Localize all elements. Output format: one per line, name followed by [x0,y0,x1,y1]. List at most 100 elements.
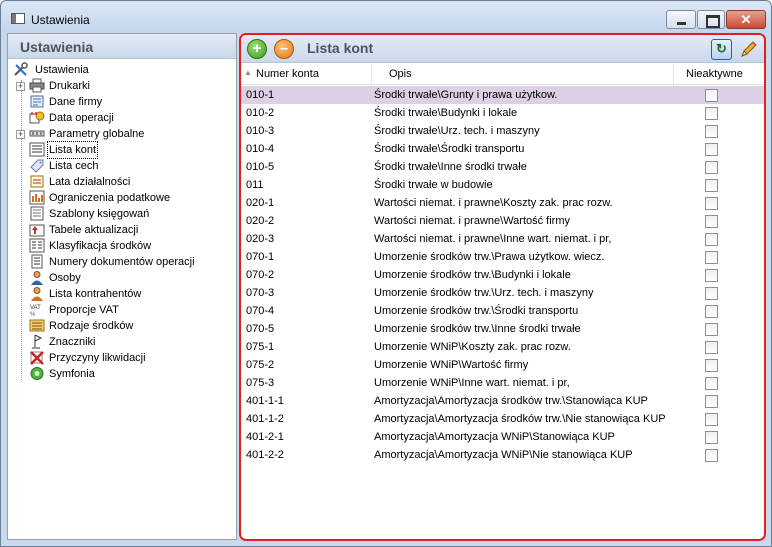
table-row[interactable]: 010-4 Środki trwałe\Środki transportu [241,140,764,158]
remove-button[interactable]: – [274,39,294,59]
expand-icon[interactable]: + [16,82,25,91]
table-row[interactable]: 020-3 Wartości niemat. i prawne\Inne wart… [241,230,764,248]
tree-item[interactable]: Osoby [8,270,236,286]
inactive-checkbox[interactable] [705,269,718,282]
table-row[interactable]: 020-1 Wartości niemat. i prawne\Koszty za… [241,194,764,212]
inactive-checkbox[interactable] [705,341,718,354]
table-row[interactable]: 075-2 Umorzenie WNiP\Wartość firmy [241,356,764,374]
inactive-checkbox[interactable] [705,125,718,138]
maximize-button[interactable] [697,10,725,29]
tree-item[interactable]: Numery dokumentów operacji [8,254,236,270]
inactive-checkbox[interactable] [705,431,718,444]
table-row[interactable]: 401-1-1 Amortyzacja\Amortyzacja środków t… [241,392,764,410]
calendar-icon [29,110,45,125]
table-row[interactable]: 401-1-2 Amortyzacja\Amortyzacja środków t… [241,410,764,428]
table-row[interactable]: 075-3 Umorzenie WNiP\Inne wart. niemat. i… [241,374,764,392]
tree-item[interactable]: Ograniczenia podatkowe [8,190,236,206]
tree-item[interactable]: Tabele aktualizacji [8,222,236,238]
classification-icon [29,238,45,253]
tree-item-label: Ustawienia [35,64,89,76]
table-row[interactable]: 070-1 Umorzenie środków trw.\Prawa użytko… [241,248,764,266]
years-icon [29,174,45,189]
table-row[interactable]: 010-5 Środki trwałe\Inne środki trwałe [241,158,764,176]
tree-item-label: Symfonia [49,368,95,380]
column-separator[interactable] [673,64,674,85]
tree-item-label: Parametry globalne [49,128,145,140]
inactive-checkbox[interactable] [705,395,718,408]
table-row[interactable]: 010-1 Środki trwałe\Grunty i prawa użytko… [241,86,764,104]
account-description-cell: Wartości niemat. i prawne\Wartość firmy [374,215,571,227]
inactive-checkbox[interactable] [705,233,718,246]
symfonia-icon [29,366,45,381]
inactive-checkbox[interactable] [705,359,718,372]
tree-item-label: Lista kontrahentów [49,288,142,300]
account-number-cell: 401-2-2 [246,449,284,461]
account-number-cell: 010-4 [246,143,275,155]
close-button[interactable]: ✕ [726,10,766,29]
inactive-checkbox[interactable] [705,305,718,318]
tree-item[interactable]: Data operacji [8,110,236,126]
tree-item[interactable]: Przyczyny likwidacji [8,350,236,366]
inactive-checkbox[interactable] [705,413,718,426]
tree-item[interactable]: Lata działalności [8,174,236,190]
tree-item[interactable]: Znaczniki [8,334,236,350]
inactive-checkbox[interactable] [705,161,718,174]
inactive-checkbox[interactable] [705,449,718,462]
tree-item[interactable]: Klasyfikacja środków [8,238,236,254]
table-row[interactable]: 401-2-2 Amortyzacja\Amortyzacja WNiP\Nie … [241,446,764,464]
table-row[interactable]: 070-2 Umorzenie środków trw.\Budynki i lo… [241,266,764,284]
table-row[interactable]: 070-5 Umorzenie środków trw.\Inne środki … [241,320,764,338]
settings-tree: Ustawienia + Drukarki Dane firmy Data operac… [8,62,236,382]
tree-item-label: Osoby [49,272,81,284]
tree-item[interactable]: Ustawienia [8,62,236,78]
inactive-checkbox[interactable] [705,377,718,390]
account-description-cell: Środki trwałe\Inne środki trwałe [374,161,527,173]
document-numbers-icon [29,254,45,269]
table-row[interactable]: 010-2 Środki trwałe\Budynki i lokale [241,104,764,122]
account-description-cell: Umorzenie środków trw.\Środki transportu [374,305,579,317]
tree-item[interactable]: Rodzaje środków [8,318,236,334]
printer-icon [29,78,45,93]
column-header-description[interactable]: Opis [389,68,412,80]
column-separator[interactable] [371,64,372,85]
account-description-cell: Środki trwałe\Środki transportu [374,143,525,155]
svg-text:VAT: VAT [30,305,41,311]
account-description-cell: Wartości niemat. i prawne\Koszty zak. pr… [374,197,613,209]
tree-item[interactable]: + Parametry globalne [8,126,236,142]
minimize-button[interactable] [666,10,696,29]
account-description-cell: Amortyzacja\Amortyzacja WNiP\Stanowiąca … [374,431,615,443]
account-number-cell: 401-1-2 [246,413,284,425]
table-row[interactable]: 070-4 Umorzenie środków trw.\Środki trans… [241,302,764,320]
inactive-checkbox[interactable] [705,89,718,102]
table-row[interactable]: 070-3 Umorzenie środków trw.\Urz. tech. i… [241,284,764,302]
inactive-checkbox[interactable] [705,143,718,156]
tree-item[interactable]: + Drukarki [8,78,236,94]
table-row[interactable]: 401-2-1 Amortyzacja\Amortyzacja WNiP\Stan… [241,428,764,446]
edit-button[interactable] [738,39,759,60]
inactive-checkbox[interactable] [705,107,718,120]
table-row[interactable]: 010-3 Środki trwałe\Urz. tech. i maszyny [241,122,764,140]
expand-icon[interactable]: + [16,130,25,139]
close-icon: ✕ [740,12,752,27]
inactive-checkbox[interactable] [705,215,718,228]
table-row[interactable]: 075-1 Umorzenie WNiP\Koszty zak. prac roz… [241,338,764,356]
tree-item[interactable]: Symfonia [8,366,236,382]
tree-item[interactable]: Dane firmy [8,94,236,110]
tree-item[interactable]: Szablony księgowań [8,206,236,222]
inactive-checkbox[interactable] [705,197,718,210]
refresh-button[interactable]: ↻ [711,39,732,60]
table-row[interactable]: 020-2 Wartości niemat. i prawne\Wartość f… [241,212,764,230]
tree-item[interactable]: Lista kont [8,141,236,159]
tree-item[interactable]: Lista cech [8,158,236,174]
column-header-number[interactable]: Numer konta [256,68,319,80]
inactive-checkbox[interactable] [705,323,718,336]
tree-item[interactable]: VAT% Proporcje VAT [8,302,236,318]
inactive-checkbox[interactable] [705,251,718,264]
inactive-checkbox[interactable] [705,179,718,192]
account-number-cell: 020-3 [246,233,275,245]
column-header-inactive[interactable]: Nieaktywne [686,68,743,80]
add-button[interactable]: + [247,39,267,59]
inactive-checkbox[interactable] [705,287,718,300]
tree-item[interactable]: Lista kontrahentów [8,286,236,302]
table-row[interactable]: 011 Środki trwałe w budowie [241,176,764,194]
